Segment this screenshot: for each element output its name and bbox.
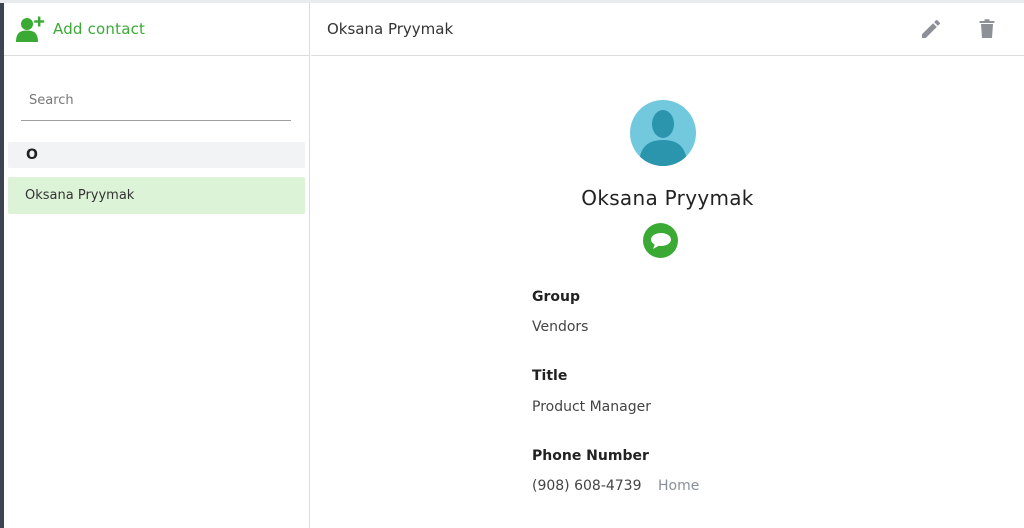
- person-silhouette-icon: [639, 110, 687, 166]
- chat-button[interactable]: [643, 223, 678, 258]
- title-value: Product Manager: [532, 399, 651, 415]
- search-input[interactable]: [21, 81, 291, 120]
- group-value: Vendors: [532, 319, 589, 335]
- detail-header: Oksana Pryymak: [311, 3, 1024, 56]
- contact-list-item[interactable]: Oksana Pryymak: [8, 177, 305, 214]
- phone-value[interactable]: (908) 608-4739: [532, 478, 642, 494]
- chat-bubble-icon: [650, 232, 671, 249]
- edit-button[interactable]: [919, 17, 943, 41]
- contact-avatar: [630, 100, 696, 166]
- trash-icon: [979, 19, 995, 38]
- search-field-container: [21, 81, 291, 121]
- add-person-icon: [16, 15, 46, 43]
- title-label: Title: [532, 368, 568, 384]
- add-contact-label: Add contact: [53, 20, 146, 38]
- pencil-icon: [922, 19, 941, 38]
- phone-type-label: Home: [658, 478, 700, 494]
- contacts-sidebar: Add contact O Oksana Pryymak: [4, 3, 310, 528]
- phone-label: Phone Number: [532, 448, 649, 464]
- group-label: Group: [532, 289, 581, 305]
- add-contact-button[interactable]: Add contact: [4, 3, 310, 56]
- contact-full-name: Oksana Pryymak: [581, 186, 754, 210]
- header-contact-name: Oksana Pryymak: [327, 20, 454, 38]
- delete-button[interactable]: [975, 17, 999, 41]
- group-letter-header: O: [8, 142, 305, 168]
